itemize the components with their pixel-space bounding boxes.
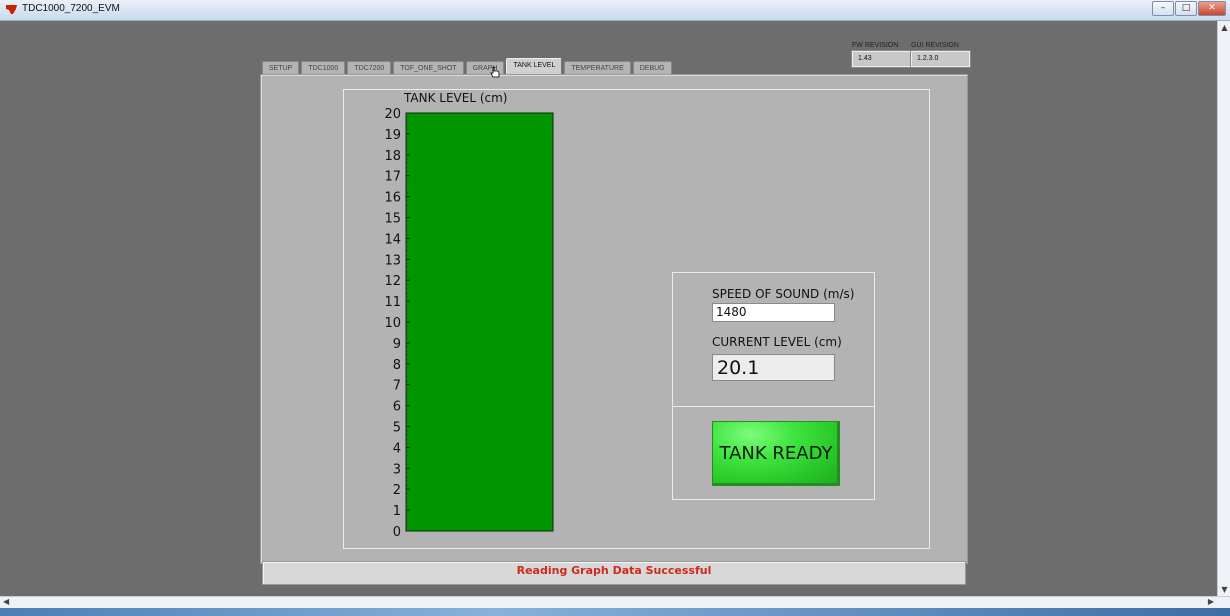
y-tick-label: 13 [384, 253, 401, 268]
tank-ready-indicator[interactable]: TANK READY [712, 421, 840, 486]
y-tick-label: 0 [393, 525, 401, 540]
tab-tank-level[interactable]: TANK LEVEL [506, 58, 563, 75]
y-tick-label: 2 [393, 483, 401, 498]
y-tick-label: 7 [393, 379, 401, 394]
y-tick-label: 18 [384, 149, 401, 164]
current-level-value: 20.1 [712, 354, 835, 381]
y-tick-label: 17 [384, 170, 401, 185]
gui-revision-group: GUI REVISION 1.2.3.0 [910, 42, 971, 68]
y-tick-label: 3 [393, 462, 401, 477]
tab-temperature[interactable]: TEMPERATURE [564, 61, 631, 75]
tank-level-chart: 01234567891011121314151617181920 [384, 107, 554, 540]
y-tick-label: 15 [384, 212, 401, 227]
tab-tdc1000[interactable]: TDC1000 [301, 61, 346, 75]
y-tick-label: 11 [384, 295, 401, 310]
y-tick-label: 8 [393, 358, 401, 373]
ti-logo-icon [6, 5, 17, 14]
window-title: TDC1000_7200_EVM [22, 3, 120, 14]
vertical-scrollbar[interactable]: ▲ ▼ [1217, 21, 1230, 596]
y-tick-label: 10 [384, 316, 401, 331]
desktop-background-strip [0, 608, 1230, 616]
tank-level-bar [405, 112, 554, 532]
scroll-up-icon[interactable]: ▲ [1220, 23, 1229, 32]
scroll-right-icon[interactable]: ▶ [1208, 597, 1214, 606]
current-level-label: CURRENT LEVEL (cm) [712, 335, 842, 349]
speed-of-sound-label: SPEED OF SOUND (m/s) [712, 287, 855, 301]
tab-setup[interactable]: SETUP [262, 61, 300, 75]
gui-revision-label: GUI REVISION [911, 42, 959, 49]
maximize-button[interactable]: □ [1175, 1, 1197, 16]
fw-revision-label: FW REVISION [852, 42, 899, 49]
y-tick-label: 4 [393, 441, 401, 456]
minimize-button[interactable]: – [1152, 1, 1174, 16]
y-tick-label: 9 [393, 337, 401, 352]
tab-tdc7200[interactable]: TDC7200 [347, 61, 392, 75]
fw-revision-value: 1.43 [851, 50, 912, 68]
gui-revision-value: 1.2.3.0 [910, 50, 971, 68]
y-tick-label: 20 [384, 107, 401, 122]
fw-revision-group: FW REVISION 1.43 [851, 42, 912, 68]
y-tick-label: 1 [393, 504, 401, 519]
y-tick-label: 5 [393, 421, 401, 436]
y-tick-label: 19 [384, 128, 401, 143]
hand-cursor-icon [490, 66, 500, 78]
status-bar: Reading Graph Data Successful [262, 561, 966, 585]
tab-debug[interactable]: DEBUG [632, 61, 672, 75]
y-tick-label: 12 [384, 274, 401, 289]
scroll-left-icon[interactable]: ◀ [3, 597, 9, 606]
scroll-down-icon[interactable]: ▼ [1220, 585, 1229, 594]
close-button[interactable]: ✕ [1198, 1, 1226, 16]
window-title-bar: TDC1000_7200_EVM – □ ✕ [0, 0, 1230, 21]
y-tick-label: 6 [393, 400, 401, 415]
speed-of-sound-input[interactable]: 1480 [712, 303, 835, 322]
tab-bar: SETUP TDC1000 TDC7200 TOF_ONE_SHOT GRAPH… [262, 58, 674, 75]
y-tick-label: 16 [384, 191, 401, 206]
tab-tof-one-shot[interactable]: TOF_ONE_SHOT [393, 61, 464, 75]
y-tick-label: 14 [384, 232, 401, 247]
